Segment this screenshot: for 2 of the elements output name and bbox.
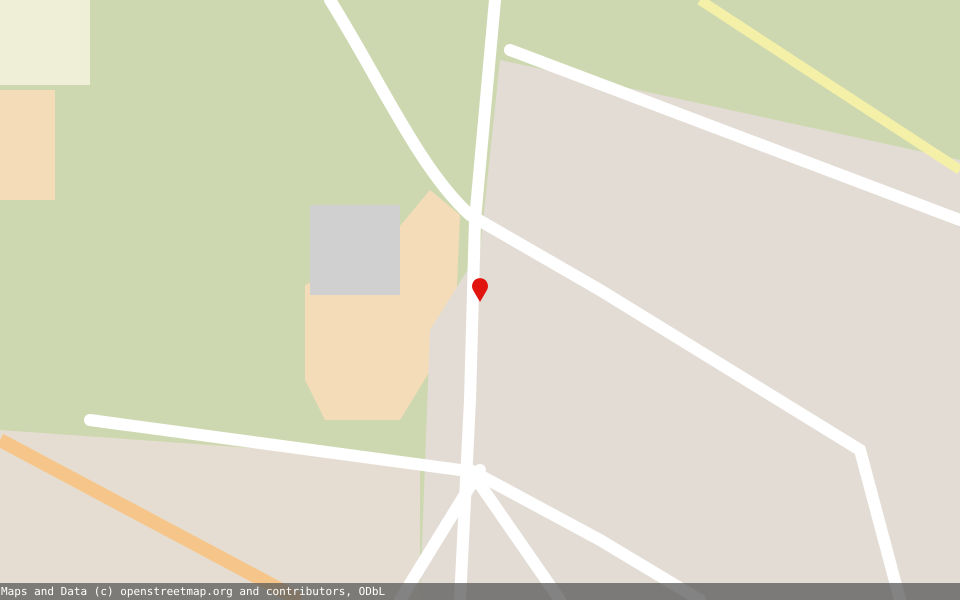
location-pin-icon — [471, 276, 489, 302]
attribution-text: Maps and Data (c) openstreetmap.org and contributors, ODbL — [0, 585, 386, 598]
